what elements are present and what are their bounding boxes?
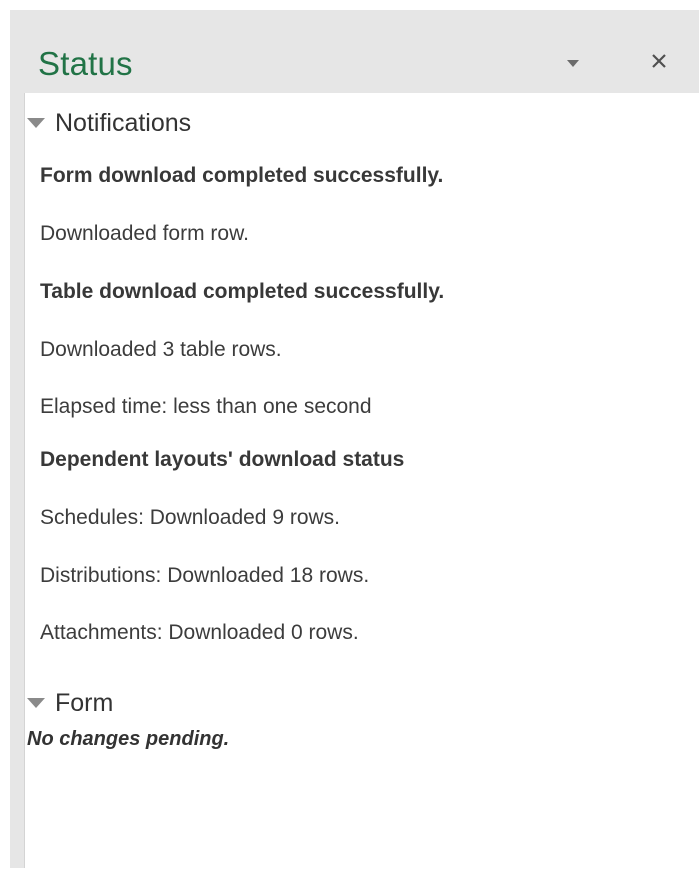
notification-line: Table download completed successfully.	[40, 280, 445, 303]
notification-line: Form download completed successfully.	[40, 164, 444, 187]
pane-options-button[interactable]	[560, 50, 586, 76]
notifications-label: Notifications	[55, 109, 192, 137]
notification-line: Downloaded form row.	[40, 222, 249, 245]
close-icon	[652, 54, 666, 68]
notification-line: Downloaded 3 table rows.	[40, 338, 282, 361]
form-pending-status: No changes pending.	[27, 728, 230, 750]
pane-title: Status	[38, 45, 133, 82]
notifications-section-header[interactable]: Notifications	[27, 108, 191, 138]
chevron-down-icon	[567, 60, 579, 67]
collapse-triangle-icon	[27, 118, 45, 128]
notification-line: Elapsed time: less than one second	[40, 395, 372, 418]
pane-content: Notifications Form download completed su…	[24, 93, 699, 868]
form-section-header[interactable]: Form	[27, 688, 113, 718]
form-label: Form	[55, 689, 114, 717]
pane-header: Status	[10, 10, 699, 90]
collapse-triangle-icon	[27, 698, 45, 708]
notification-line: Distributions: Downloaded 18 rows.	[40, 564, 370, 587]
notification-line: Dependent layouts' download status	[40, 448, 405, 471]
notification-line: Schedules: Downloaded 9 rows.	[40, 506, 341, 529]
close-button[interactable]	[644, 46, 674, 76]
notification-line: Attachments: Downloaded 0 rows.	[40, 621, 359, 644]
